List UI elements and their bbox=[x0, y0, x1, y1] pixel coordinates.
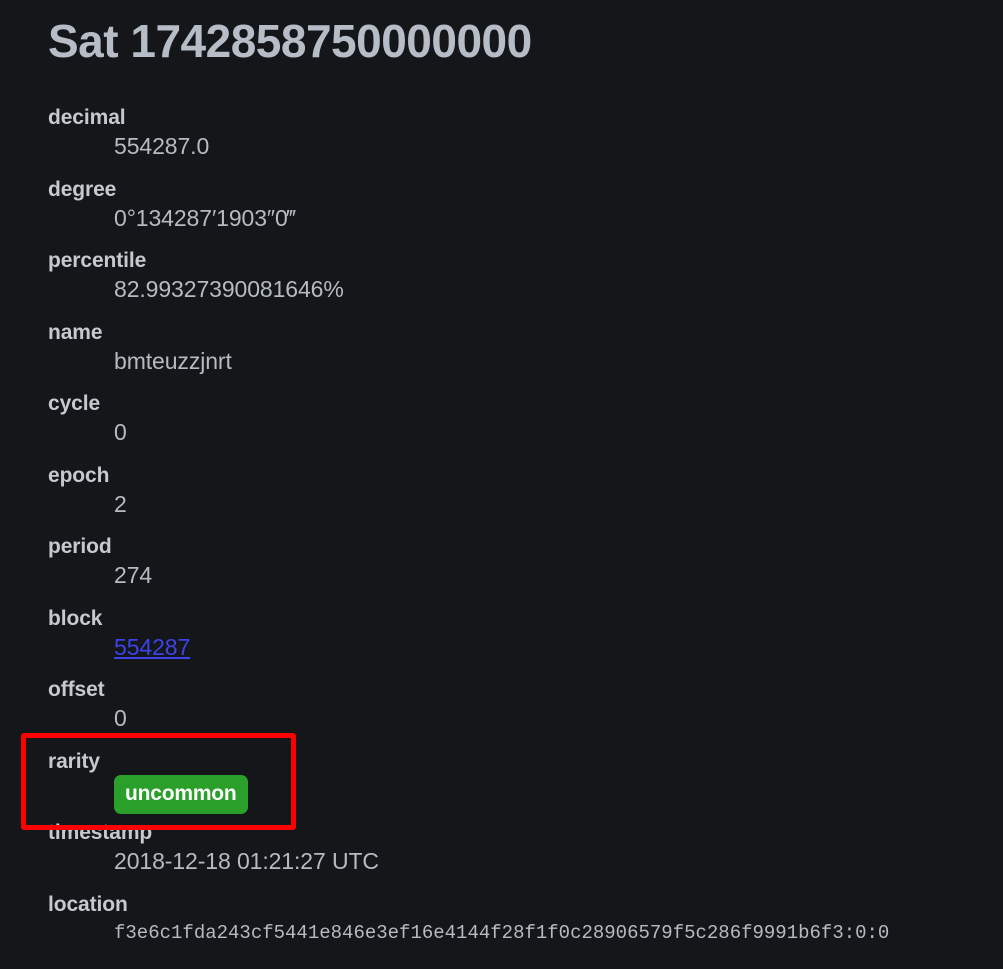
field-value-offset: 0 bbox=[114, 705, 127, 731]
field-label-timestamp: timestamp bbox=[48, 821, 153, 844]
field-value-timestamp: 2018-12-18 01:21:27 UTC bbox=[114, 848, 379, 874]
sat-attribute-list: decimal 554287.0 degree 0°134287′1903″0‴… bbox=[48, 104, 998, 962]
field-row-name: name bmteuzzjnrt bbox=[48, 319, 998, 391]
field-row-degree: degree 0°134287′1903″0‴ bbox=[48, 176, 998, 248]
field-value-cycle: 0 bbox=[114, 419, 127, 445]
field-label-offset: offset bbox=[48, 678, 105, 701]
field-label-degree: degree bbox=[48, 177, 117, 201]
field-value-period: 274 bbox=[114, 562, 153, 588]
field-row-block: block 554287 bbox=[48, 605, 998, 677]
field-row-period: period 274 bbox=[48, 533, 998, 605]
block-link[interactable]: 554287 bbox=[114, 632, 998, 663]
field-row-location: location f3e6c1fda243cf5441e846e3ef16e41… bbox=[48, 891, 998, 963]
field-value-name: bmteuzzjnrt bbox=[114, 347, 232, 374]
sat-detail-page: Sat 1742858750000000 decimal 554287.0 de… bbox=[0, 0, 1003, 969]
field-row-timestamp: timestamp 2018-12-18 01:21:27 UTC bbox=[48, 819, 998, 891]
field-row-offset: offset 0 bbox=[48, 676, 998, 748]
field-label-rarity: rarity bbox=[48, 749, 100, 773]
field-label-percentile: percentile bbox=[48, 249, 147, 272]
field-value-location: f3e6c1fda243cf5441e846e3ef16e4144f28f1f0… bbox=[114, 921, 890, 944]
field-label-period: period bbox=[48, 535, 112, 558]
field-label-name: name bbox=[48, 320, 103, 344]
rarity-badge-wrapper: uncommon bbox=[114, 774, 248, 814]
field-value-degree: 0°134287′1903″0‴ bbox=[114, 204, 296, 231]
field-label-cycle: cycle bbox=[48, 392, 101, 415]
rarity-badge: uncommon bbox=[114, 774, 248, 814]
field-label-location: location bbox=[48, 892, 128, 916]
field-row-decimal: decimal 554287.0 bbox=[48, 104, 998, 176]
field-row-percentile: percentile 82.99327390081646% bbox=[48, 247, 998, 319]
field-label-epoch: epoch bbox=[48, 463, 110, 487]
field-label-decimal: decimal bbox=[48, 106, 126, 129]
field-value-percentile: 82.99327390081646% bbox=[114, 276, 344, 302]
field-label-block: block bbox=[48, 606, 103, 630]
page-title: Sat 1742858750000000 bbox=[48, 15, 532, 67]
field-value-decimal: 554287.0 bbox=[114, 133, 210, 159]
field-row-epoch: epoch 2 bbox=[48, 462, 998, 534]
field-row-rarity: rarity uncommon bbox=[48, 748, 998, 820]
field-value-epoch: 2 bbox=[114, 490, 127, 517]
field-row-cycle: cycle 0 bbox=[48, 390, 998, 462]
